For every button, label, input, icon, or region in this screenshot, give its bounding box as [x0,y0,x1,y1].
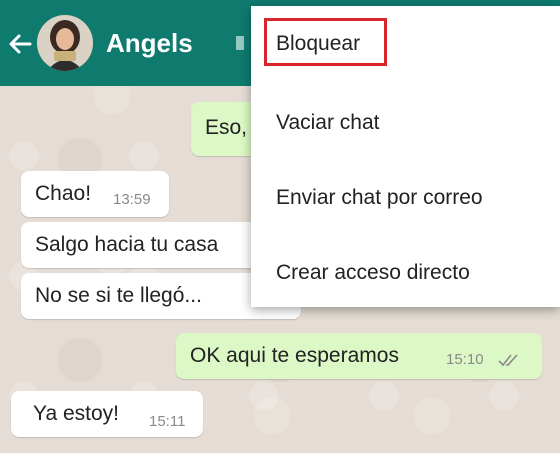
overflow-menu: Bloquear Vaciar chat Enviar chat por cor… [251,6,560,307]
message-bubble[interactable]: Ya estoy! 15:11 [11,391,203,437]
message-bubble[interactable]: Salgo hacia tu casa [21,222,279,268]
menu-item-email-chat[interactable]: Enviar chat por correo [251,160,560,232]
message-text: Eso, [205,116,248,139]
message-text: No se si te llegó... [35,284,202,307]
avatar[interactable] [37,15,93,71]
double-check-icon [498,354,518,367]
contact-name[interactable]: Angels [106,28,193,59]
header-action-icon[interactable] [236,36,244,50]
back-arrow-icon[interactable] [6,30,34,58]
message-text: Chao! [35,182,92,205]
menu-item-label: Vaciar chat [276,111,380,134]
message-text: Salgo hacia tu casa [35,233,219,256]
menu-item-create-shortcut[interactable]: Crear acceso directo [251,235,560,307]
menu-item-label: Bloquear [276,32,361,55]
message-text: OK aqui te esperamos [190,344,399,367]
message-time: 15:11 [149,413,186,430]
menu-item-label: Crear acceso directo [276,261,470,284]
message-time: 13:59 [113,191,151,208]
message-bubble[interactable]: OK aqui te esperamos 15:10 [176,333,542,379]
menu-item-block[interactable]: Bloquear [251,8,560,80]
message-bubble[interactable]: Chao! 13:59 [21,171,169,217]
menu-item-clear-chat[interactable]: Vaciar chat [251,85,560,157]
menu-item-label: Enviar chat por correo [276,186,483,209]
message-time: 15:10 [446,351,484,368]
message-text: Ya estoy! [33,402,119,425]
